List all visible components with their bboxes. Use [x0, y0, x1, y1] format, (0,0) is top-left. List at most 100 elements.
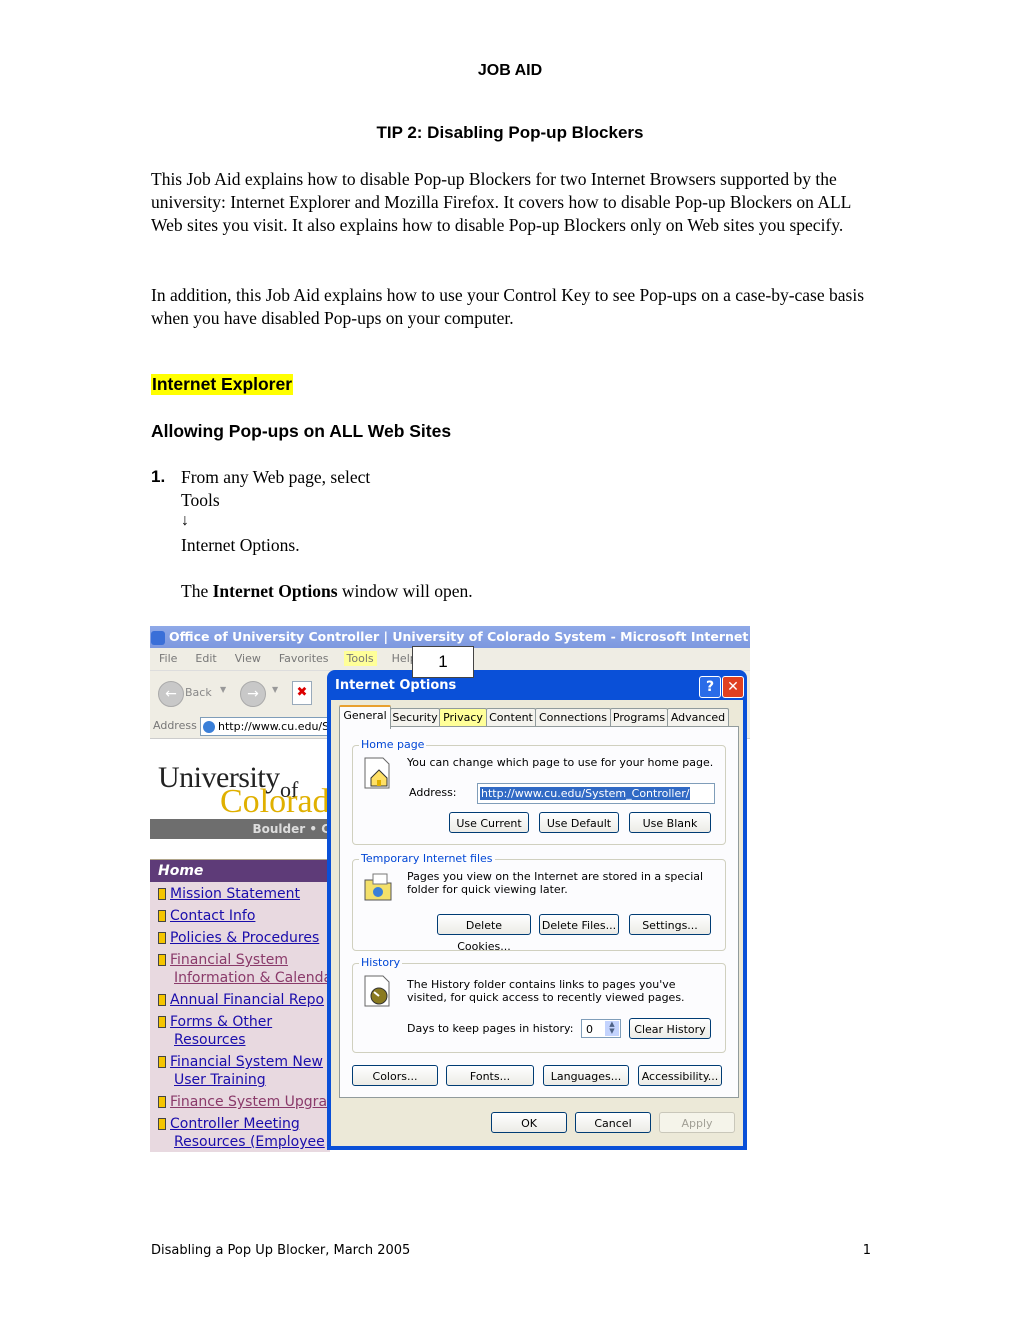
- languages-button[interactable]: Languages...: [543, 1065, 629, 1086]
- accessibility-button[interactable]: Accessibility...: [638, 1065, 722, 1086]
- menu-file[interactable]: File: [156, 651, 180, 666]
- cu-logo: University of Colorado: [150, 739, 347, 820]
- fonts-button[interactable]: Fonts...: [446, 1065, 534, 1086]
- nav-item[interactable]: Annual Financial Repo: [158, 991, 330, 1009]
- nav-home-label: Home: [158, 863, 204, 879]
- step-result-prefix: The: [181, 581, 213, 601]
- address-label: Address: [153, 719, 197, 732]
- home-address-value: http://www.cu.edu/System_Controller/: [480, 787, 691, 800]
- nav-item-label: Controller Meeting: [170, 1116, 300, 1132]
- document-title: JOB AID: [477, 62, 543, 79]
- bullet-icon: [158, 994, 166, 1006]
- tab-content[interactable]: Content: [486, 708, 536, 727]
- home-page-icon: [364, 757, 390, 789]
- tab-programs[interactable]: Programs: [610, 708, 668, 727]
- nav-item-label: Policies & Procedures: [170, 930, 320, 946]
- apply-button[interactable]: Apply: [659, 1112, 735, 1133]
- use-blank-button[interactable]: Use Blank: [629, 812, 711, 833]
- close-icon[interactable]: ✕: [722, 676, 744, 698]
- temp-files-folder-icon: [364, 873, 392, 901]
- menu-favorites[interactable]: Favorites: [276, 651, 332, 666]
- history-group: History The History folder contains link…: [352, 956, 726, 1053]
- history-label: History: [359, 956, 403, 969]
- stop-icon[interactable]: ✖: [292, 681, 312, 705]
- delete-cookies-button[interactable]: Delete Cookies...: [437, 914, 531, 953]
- dialog-title: Internet Options: [335, 678, 457, 693]
- nav-item-label: Financial System New: [170, 1054, 323, 1070]
- bullet-icon: [158, 1056, 166, 1068]
- arrow-down-icon: ↓: [181, 512, 189, 529]
- tab-security[interactable]: Security: [390, 708, 440, 727]
- nav-item[interactable]: Forms & Other Resources: [158, 1013, 330, 1049]
- tab-advanced[interactable]: Advanced: [667, 708, 729, 727]
- days-value: 0: [586, 1023, 593, 1036]
- use-default-button[interactable]: Use Default: [539, 812, 619, 833]
- settings-button[interactable]: Settings...: [629, 914, 711, 935]
- days-label: Days to keep pages in history:: [407, 1022, 574, 1035]
- tip-title: TIP 2: Disabling Pop-up Blockers: [376, 123, 644, 142]
- clear-history-button[interactable]: Clear History: [629, 1018, 711, 1039]
- back-label[interactable]: Back: [185, 686, 212, 699]
- nav-item-label-cont: Resources (Employee: [174, 1134, 325, 1150]
- page-number: 1: [862, 1243, 871, 1258]
- campus-band-text: Boulder • C: [252, 822, 330, 836]
- section-heading-internet-explorer: Internet Explorer: [151, 374, 294, 395]
- tab-connections[interactable]: Connections: [535, 708, 611, 727]
- home-page-label: Home page: [359, 738, 427, 751]
- bullet-icon: [158, 1016, 166, 1028]
- temp-files-group: Temporary Internet files Pages you view …: [352, 852, 726, 953]
- footer-text: Disabling a Pop Up Blocker, March 2005: [151, 1243, 411, 1258]
- forward-arrow-icon[interactable]: →: [240, 681, 266, 707]
- bullet-icon: [158, 910, 166, 922]
- menu-edit[interactable]: Edit: [192, 651, 219, 666]
- bullet-icon: [158, 1096, 166, 1108]
- delete-files-button[interactable]: Delete Files...: [539, 914, 619, 935]
- home-page-group: Home page You can change which page to u…: [352, 738, 726, 845]
- help-icon[interactable]: ?: [699, 676, 721, 698]
- ie-screenshot: Office of University Controller | Univer…: [150, 626, 750, 1152]
- menu-tools[interactable]: Tools: [343, 651, 377, 666]
- cancel-button[interactable]: Cancel: [575, 1112, 651, 1133]
- step-menu-internet-options: Internet Options.: [181, 535, 300, 555]
- nav-item[interactable]: Policies & Procedures: [158, 929, 330, 947]
- days-stepper[interactable]: 0 ▲ ▼: [581, 1019, 621, 1038]
- nav-item-label-cont: Resources: [174, 1032, 246, 1048]
- nav-home[interactable]: Home: [150, 860, 330, 882]
- spin-arrows-icon[interactable]: ▲ ▼: [605, 1021, 619, 1036]
- colors-button[interactable]: Colors...: [352, 1065, 438, 1086]
- use-current-button[interactable]: Use Current: [449, 812, 529, 833]
- site-sidebar-nav: Home Mission Statement Contact Info Poli…: [150, 860, 332, 1152]
- nav-item-label-cont: User Training: [174, 1072, 266, 1088]
- nav-item[interactable]: Financial System New User Training: [158, 1053, 330, 1089]
- nav-item[interactable]: Finance System Upgra: [158, 1093, 330, 1111]
- campus-band: Boulder • C: [150, 819, 330, 839]
- nav-item[interactable]: Contact Info: [158, 907, 330, 925]
- back-arrow-icon[interactable]: ←: [158, 681, 184, 707]
- tab-general[interactable]: General: [339, 705, 391, 729]
- ok-button[interactable]: OK: [491, 1112, 567, 1133]
- address-input[interactable]: http://www.cu.edu/System_Controller/: [200, 717, 342, 736]
- ie-page-icon: [151, 630, 165, 645]
- nav-item[interactable]: Mission Statement: [158, 885, 330, 903]
- temp-files-description: Pages you view on the Internet are store…: [407, 870, 704, 896]
- address-value: http://www.cu.edu/System_Controller/: [218, 720, 341, 733]
- home-address-label: Address:: [409, 786, 457, 799]
- step-result: The Internet Options window will open.: [181, 581, 473, 602]
- forward-dropdown-icon[interactable]: ▼: [272, 685, 278, 694]
- nav-item-label: Mission Statement: [170, 886, 301, 902]
- ie-title-bar: Office of University Controller | Univer…: [150, 626, 750, 648]
- history-icon: [364, 975, 390, 1007]
- internet-options-dialog: Internet Options ? ✕ General Security Pr…: [327, 670, 747, 1150]
- step-result-suffix: window will open.: [337, 581, 473, 601]
- bullet-icon: [158, 888, 166, 900]
- subsection-heading: Allowing Pop-ups on ALL Web Sites: [151, 421, 452, 441]
- second-paragraph: In addition, this Job Aid explains how t…: [151, 285, 865, 328]
- home-address-input[interactable]: http://www.cu.edu/System_Controller/: [477, 783, 715, 804]
- menu-view[interactable]: View: [232, 651, 264, 666]
- nav-item[interactable]: Financial System Information & Calenda: [158, 951, 332, 987]
- back-dropdown-icon[interactable]: ▼: [220, 685, 226, 694]
- nav-item[interactable]: Controller Meeting Resources (Employee: [158, 1115, 330, 1151]
- nav-item-label: Forms & Other: [170, 1014, 273, 1030]
- tab-privacy[interactable]: Privacy: [439, 708, 487, 727]
- nav-item-label: Finance System Upgra: [170, 1094, 328, 1110]
